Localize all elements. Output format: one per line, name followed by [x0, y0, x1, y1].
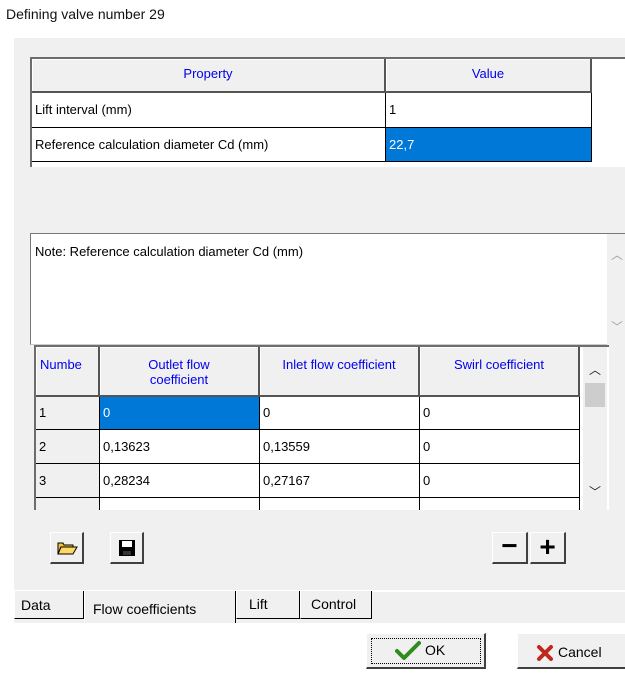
remove-row-button[interactable]: − — [492, 532, 528, 564]
note-text: Note: Reference calculation diameter Cd … — [35, 244, 304, 259]
property-cell[interactable]: Reference calculation diameter Cd (mm) — [32, 128, 386, 162]
scroll-down-icon[interactable]: ﹀ — [611, 318, 623, 335]
swirl-column-header[interactable]: Swirl coefficient — [420, 347, 580, 397]
scroll-thumb[interactable] — [585, 383, 605, 407]
cancel-x-icon — [537, 645, 553, 661]
note-scrollbar[interactable]: ︿ ﹀ — [607, 234, 625, 345]
swirl-cell[interactable] — [420, 498, 580, 510]
inlet-cell[interactable]: 0,13559 — [260, 430, 420, 464]
outlet-header-line2: coefficient — [149, 372, 209, 387]
swirl-cell[interactable]: 0 — [420, 464, 580, 498]
folder-open-icon — [57, 542, 78, 555]
swirl-cell[interactable]: 0 — [420, 397, 580, 430]
scroll-up-icon[interactable]: ︿ — [611, 246, 623, 263]
ok-button[interactable]: OK — [366, 633, 486, 669]
row-number-cell[interactable]: 2 — [36, 430, 100, 464]
scroll-down-icon[interactable]: ﹀ — [589, 483, 601, 500]
swirl-cell[interactable]: 0 — [420, 430, 580, 464]
row-number-cell[interactable]: 1 — [36, 397, 100, 430]
value-cell-selected[interactable]: 22,7 — [386, 128, 592, 162]
tab-flow-coefficients[interactable]: Flow coefficients — [84, 591, 236, 623]
property-grid: Property Value Lift interval (mm) 1 Refe… — [30, 57, 625, 167]
tab-strip: Data Flow coefficients Lift Control — [14, 591, 625, 623]
cancel-label: Cancel — [558, 644, 602, 660]
table-scrollbar[interactable]: ︿ ﹀ — [583, 347, 607, 510]
tab-data[interactable]: Data — [14, 591, 84, 619]
outlet-cell-selected[interactable]: 0 — [100, 397, 260, 430]
coefficients-table: Numbe Outlet flow coefficient Inlet flow… — [34, 345, 609, 510]
ok-label: OK — [425, 642, 446, 658]
outlet-column-header[interactable]: Outlet flow coefficient — [100, 347, 260, 397]
property-cell[interactable]: Lift interval (mm) — [32, 93, 386, 128]
table-toolbar: − + — [34, 510, 609, 572]
inlet-cell[interactable]: 0,27167 — [260, 464, 420, 498]
cancel-button[interactable]: Cancel — [517, 633, 625, 669]
inlet-cell[interactable] — [260, 498, 420, 510]
dialog-title: Defining valve number 29 — [6, 6, 165, 22]
save-file-button[interactable] — [110, 532, 144, 564]
row-number-cell[interactable] — [36, 498, 100, 510]
outlet-cell[interactable] — [100, 498, 260, 510]
number-column-header[interactable]: Numbe — [36, 347, 100, 397]
open-file-button[interactable] — [50, 532, 84, 564]
inlet-column-header[interactable]: Inlet flow coefficient — [260, 347, 420, 397]
outlet-header-line1: Outlet flow — [148, 357, 210, 372]
tab-lift[interactable]: Lift — [236, 591, 300, 619]
floppy-disk-icon — [119, 540, 135, 556]
checkmark-icon — [395, 641, 421, 660]
value-header[interactable]: Value — [386, 59, 592, 93]
outlet-cell[interactable]: 0,28234 — [100, 464, 260, 498]
inlet-cell[interactable]: 0 — [260, 397, 420, 430]
property-header[interactable]: Property — [32, 59, 386, 93]
row-number-cell[interactable]: 3 — [36, 464, 100, 498]
tab-control[interactable]: Control — [300, 591, 372, 619]
outlet-cell[interactable]: 0,13623 — [100, 430, 260, 464]
value-cell[interactable]: 1 — [386, 93, 592, 128]
note-box: Note: Reference calculation diameter Cd … — [30, 233, 625, 345]
add-row-button[interactable]: + — [530, 532, 566, 564]
scroll-up-icon[interactable]: ︿ — [589, 361, 601, 378]
